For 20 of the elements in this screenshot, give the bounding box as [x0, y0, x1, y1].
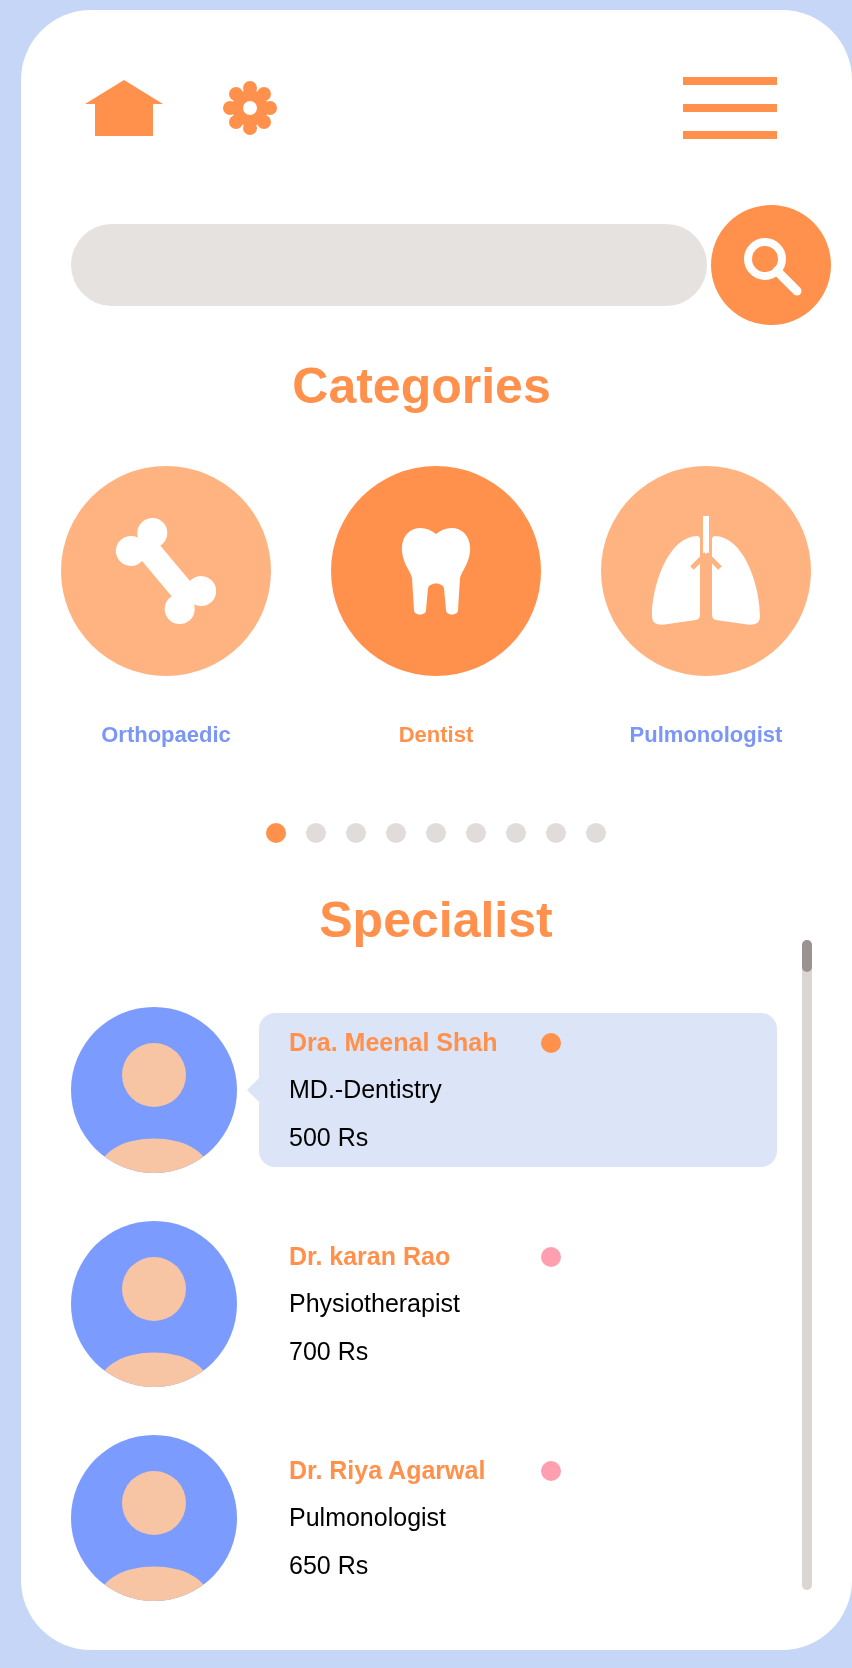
avatar-icon — [71, 1435, 237, 1601]
avatar-icon — [71, 1221, 237, 1387]
doctor-card[interactable]: Dra. Meenal Shah MD.-Dentistry 500 Rs — [259, 1013, 777, 1167]
home-icon[interactable] — [85, 79, 163, 136]
doctor-specialty: Physiotherapist — [289, 1288, 461, 1320]
doctor-name: Dr. karan Rao — [289, 1240, 452, 1272]
tooth-icon — [400, 526, 472, 616]
menu-icon[interactable] — [683, 76, 777, 139]
consultation-fee: 500 Rs — [289, 1121, 370, 1153]
settings-icon[interactable] — [223, 80, 277, 135]
avatar-icon — [71, 1007, 237, 1173]
scrollbar[interactable] — [802, 940, 812, 1590]
doctor-name: Dra. Meenal Shah — [289, 1026, 499, 1058]
consultation-fee: 650 Rs — [289, 1549, 370, 1581]
doctor-name: Dr. Riya Agarwal — [289, 1454, 487, 1486]
categories-title: Categories — [292, 361, 551, 411]
doctor-specialty: Pulmonologist — [289, 1502, 448, 1534]
doctor-specialty: MD.-Dentistry — [289, 1074, 443, 1106]
specialist-title: Specialist — [319, 895, 553, 945]
consultation-fee: 700 Rs — [289, 1335, 370, 1367]
